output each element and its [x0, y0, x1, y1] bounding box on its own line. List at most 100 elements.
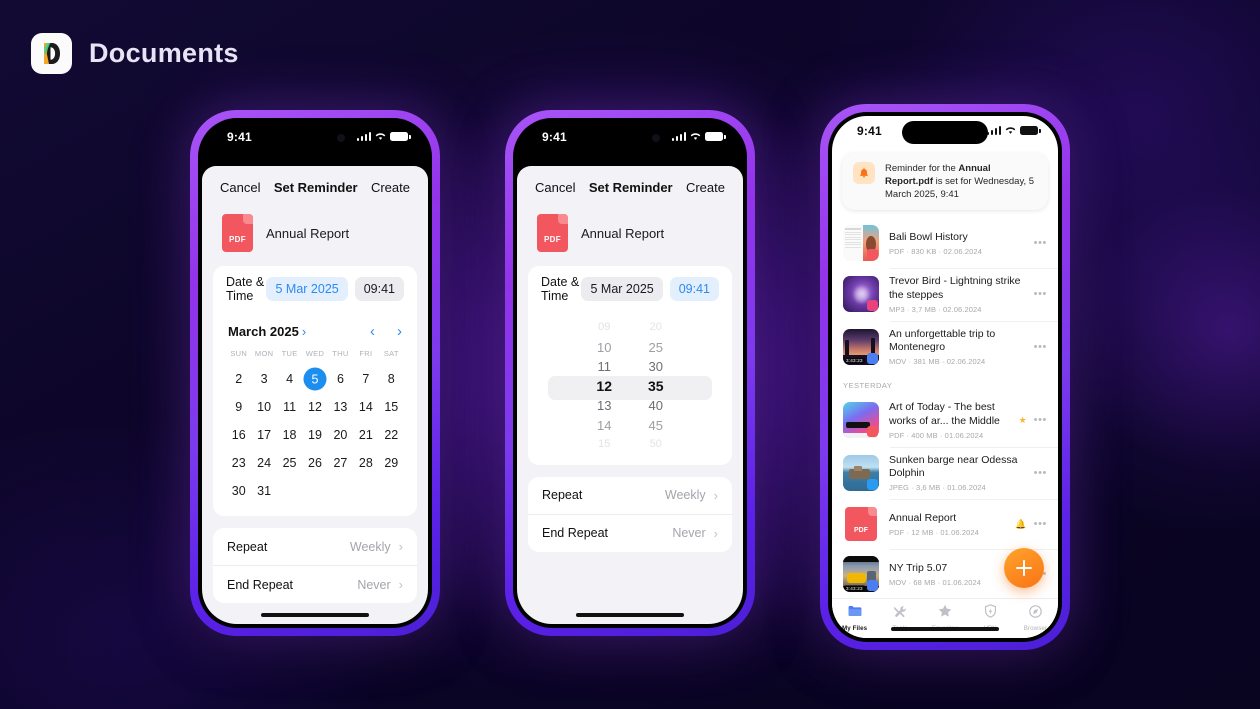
more-options-icon[interactable]: •••	[1034, 288, 1047, 300]
file-type-badge-icon	[867, 300, 878, 312]
settings-row[interactable]: Repeat Weekly ›	[528, 477, 732, 514]
minute-option[interactable]: 50	[650, 435, 662, 455]
file-list-item[interactable]: Art of Today - The best works of ar... t…	[832, 394, 1058, 447]
time-wheel-picker[interactable]: 09 10 11 12 13 14 15 20 25 30 35 40 45 50	[539, 312, 721, 465]
star-icon[interactable]: ★	[1019, 415, 1027, 426]
calendar-day[interactable]: 19	[302, 421, 327, 449]
calendar-day[interactable]: 12	[302, 393, 327, 421]
signal-bars-icon	[356, 132, 371, 141]
tab-browser[interactable]: Browser	[1013, 604, 1058, 632]
calendar-day[interactable]: 21	[353, 421, 378, 449]
calendar-next-button[interactable]: ›	[397, 323, 402, 340]
file-list-item[interactable]: PDF Annual Report PDF · 12 MB · 01.06.2024…	[832, 499, 1058, 549]
calendar-day[interactable]: 31	[251, 477, 276, 505]
cancel-button[interactable]: Cancel	[535, 180, 575, 195]
calendar-day[interactable]: 2	[226, 365, 251, 393]
file-list-item[interactable]: Trevor Bird - Lightning strike the stepp…	[832, 268, 1058, 321]
create-button[interactable]: Create	[371, 180, 410, 195]
minute-option[interactable]: 25	[649, 338, 663, 358]
minute-option[interactable]: 40	[649, 396, 663, 416]
file-header: PDF Annual Report	[517, 205, 743, 266]
file-list-item[interactable]: Bali Bowl History PDF · 830 KB · 02.06.20…	[832, 218, 1058, 268]
calendar-month-button[interactable]: March 2025 ›	[228, 324, 306, 339]
more-options-icon[interactable]: •••	[1034, 518, 1047, 530]
hour-option[interactable]: 09	[598, 318, 610, 338]
hour-option[interactable]: 15	[598, 435, 610, 455]
reminder-bell-icon[interactable]: 🔔	[1015, 519, 1026, 530]
hour-option[interactable]: 14	[597, 416, 611, 436]
calendar-day[interactable]: 18	[277, 421, 302, 449]
create-button[interactable]: Create	[686, 180, 725, 195]
calendar-day[interactable]: 23	[226, 449, 251, 477]
calendar-day[interactable]: 25	[277, 449, 302, 477]
calendar-day[interactable]: 15	[379, 393, 404, 421]
calendar-day[interactable]: 29	[379, 449, 404, 477]
file-list[interactable]: Bali Bowl History PDF · 830 KB · 02.06.20…	[832, 218, 1058, 598]
calendar-day[interactable]: 17	[251, 421, 276, 449]
calendar-day[interactable]: 3	[251, 365, 276, 393]
date-chip[interactable]: 5 Mar 2025	[581, 277, 663, 301]
more-options-icon[interactable]: •••	[1034, 237, 1047, 249]
calendar-day[interactable]: 6	[328, 365, 353, 393]
date-chip[interactable]: 5 Mar 2025	[266, 277, 348, 301]
phone-screen: 9:41 Cancel Set Reminder Create PDF Annu…	[517, 122, 743, 624]
hour-option-selected[interactable]: 12	[596, 377, 612, 397]
file-subtitle: PDF · 12 MB · 01.06.2024	[889, 527, 979, 537]
calendar-day[interactable]: 10	[251, 393, 276, 421]
file-name: Annual Report	[581, 225, 665, 241]
calendar-day[interactable]: 13	[328, 393, 353, 421]
time-chip[interactable]: 09:41	[669, 277, 719, 301]
reminder-notification-banner[interactable]: Reminder for the Annual Report.pdf is se…	[842, 153, 1048, 210]
pdf-file-icon: PDF	[222, 214, 253, 252]
settings-row[interactable]: End Repeat Never ›	[528, 513, 732, 552]
calendar-weekday: TUE	[281, 349, 298, 358]
more-options-icon[interactable]: •••	[1034, 414, 1047, 426]
calendar-day[interactable]: 7	[353, 365, 378, 393]
calendar-day[interactable]: 16	[226, 421, 251, 449]
hour-option[interactable]: 13	[597, 396, 611, 416]
calendar-day[interactable]: 24	[251, 449, 276, 477]
file-list-item[interactable]: 3:43:23 An unforgettable trip to Monteneg…	[832, 320, 1058, 374]
calendar-prev-button[interactable]: ‹	[370, 323, 375, 340]
calendar-day[interactable]: 26	[302, 449, 327, 477]
minute-option[interactable]: 30	[649, 357, 663, 377]
calendar-day[interactable]: 14	[353, 393, 378, 421]
file-subtitle: PDF · 400 MB · 01.06.2024	[889, 430, 984, 440]
minute-option[interactable]: 20	[650, 318, 662, 338]
calendar-day[interactable]: 11	[277, 393, 302, 421]
calendar-day[interactable]: 28	[353, 449, 378, 477]
minute-option[interactable]: 45	[649, 416, 663, 436]
cancel-button[interactable]: Cancel	[220, 180, 260, 195]
hour-option[interactable]: 11	[597, 357, 611, 377]
file-meta: Art of Today - The best works of ar... t…	[889, 401, 1009, 440]
calendar-day[interactable]: 4	[277, 365, 302, 393]
hour-option[interactable]: 10	[597, 338, 611, 358]
calendar-day[interactable]: 30	[226, 477, 251, 505]
calendar-day[interactable]: 8	[379, 365, 404, 393]
status-time: 9:41	[857, 124, 882, 138]
file-subtitle: MOV · 68 MB · 01.06.2024	[889, 577, 982, 587]
tab-my-files[interactable]: My Files	[832, 603, 877, 632]
battery-icon	[390, 132, 411, 141]
settings-row[interactable]: End Repeat Never ›	[213, 565, 417, 603]
more-options-icon[interactable]: •••	[1034, 341, 1047, 353]
add-button-fab[interactable]	[1004, 548, 1044, 588]
pdf-file-thumb: PDF	[843, 506, 879, 542]
settings-row[interactable]: Repeat Weekly ›	[213, 528, 417, 565]
file-list-item[interactable]: Sunken barge near Odessa Dolphin JPEG · 3…	[832, 446, 1058, 500]
calendar-day[interactable]: 22	[379, 421, 404, 449]
calendar-day[interactable]: 9	[226, 393, 251, 421]
minute-option-selected[interactable]: 35	[648, 377, 664, 397]
time-chip[interactable]: 09:41	[354, 277, 404, 301]
bottom-tab-bar[interactable]: My FilesToolsFavoritesVPNBrowser	[832, 598, 1058, 638]
more-options-icon[interactable]: •••	[1034, 467, 1047, 479]
settings-row-label: End Repeat	[227, 577, 294, 592]
sheet-title: Set Reminder	[588, 180, 673, 195]
minute-wheel-column[interactable]: 20 25 30 35 40 45 50	[648, 318, 664, 455]
calendar-day[interactable]: 20	[328, 421, 353, 449]
calendar-day[interactable]: 27	[328, 449, 353, 477]
calendar-day[interactable]: 5	[302, 365, 327, 393]
documents-app-icon	[31, 33, 72, 74]
file-meta: An unforgettable trip to Montenegro MOV ·…	[889, 328, 1024, 367]
hour-wheel-column[interactable]: 09 10 11 12 13 14 15	[596, 318, 612, 455]
